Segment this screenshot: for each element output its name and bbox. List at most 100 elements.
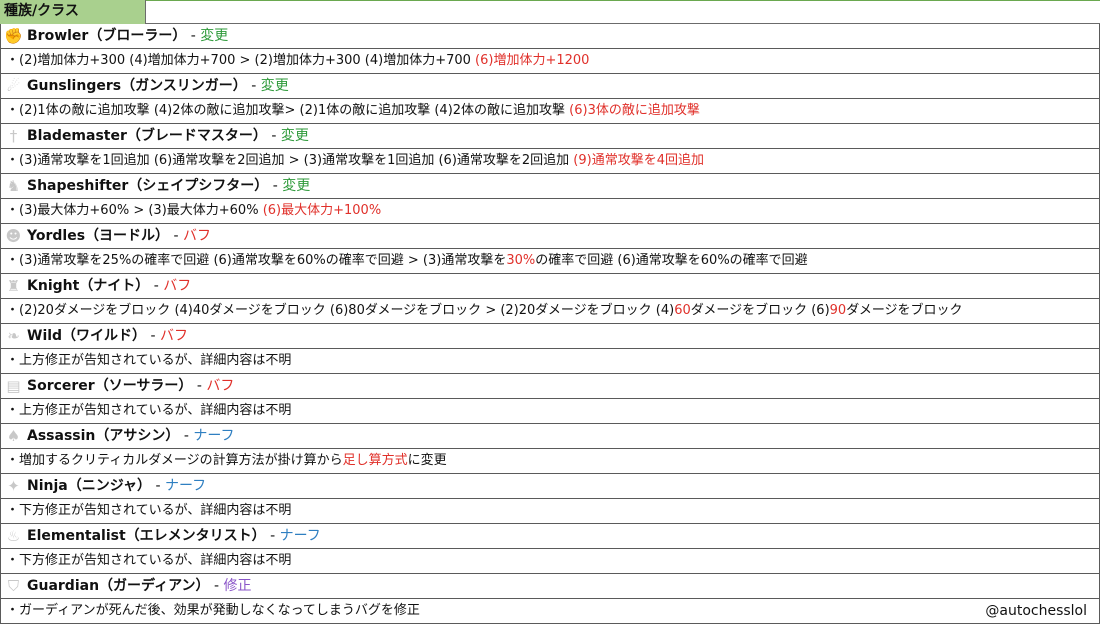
class-name: Gunslingers（ガンスリンガー） — [27, 78, 247, 94]
class-name-row[interactable]: † Blademaster（ブレードマスター） - 変更 — [0, 124, 1100, 149]
detail-text: ・(2)増加体力+300 (4)増加体力+700 > (2)増加体力+300 (… — [6, 53, 476, 68]
class-name: Knight（ナイト） — [27, 278, 150, 294]
change-tag: 変更 — [200, 28, 229, 44]
author-credit: @autochesslol — [985, 603, 1087, 619]
detail-text: ・(3)最大体力+60% > (3)最大体力+60% — [6, 203, 263, 218]
separator: - — [265, 528, 280, 544]
paw-icon: ❧ — [7, 327, 20, 345]
change-detail-row[interactable]: ・(3)通常攻撃を1回追加 (6)通常攻撃を2回追加 > (3)通常攻撃を1回追… — [0, 149, 1100, 174]
class-name-row[interactable]: ♨ Elementalist（エレメンタリスト） - ナーフ — [0, 524, 1100, 549]
detail-text: ・(3)通常攻撃を1回追加 (6)通常攻撃を2回追加 > (3)通常攻撃を1回追… — [6, 153, 574, 168]
detail-text: ・下方修正が告知されているが、詳細内容は不明 — [6, 553, 292, 568]
book-icon: ▤ — [6, 377, 21, 395]
shuriken-icon: ✦ — [7, 477, 20, 495]
detail-text: ダメージをブロック (6) — [690, 303, 830, 318]
change-detail-row[interactable]: ・増加するクリティカルダメージの計算方法が掛け算から足し算方式に変更 — [0, 449, 1100, 474]
helmet-icon: ♜ — [6, 277, 21, 295]
change-detail-row[interactable]: ・(2)増加体力+300 (4)増加体力+700 > (2)増加体力+300 (… — [0, 49, 1100, 74]
detail-text: ・(2)20ダメージをブロック (4)40ダメージをブロック (6)80ダメージ… — [6, 303, 675, 318]
class-name-row[interactable]: ✊ Browler（ブローラー） - 変更 — [0, 24, 1100, 49]
detail-text: に変更 — [407, 453, 447, 468]
sword-icon: † — [9, 127, 18, 145]
detail-text: ・上方修正が告知されているが、詳細内容は不明 — [6, 403, 292, 418]
highlighted-change-text: 30% — [506, 253, 536, 268]
class-name-row[interactable]: ☄ Gunslingers（ガンスリンガー） - 変更 — [0, 74, 1100, 99]
highlighted-change-text: (6)3体の敵に追加攻撃 — [569, 103, 700, 118]
header-top-border — [146, 0, 1100, 1]
change-tag: ナーフ — [279, 528, 321, 544]
class-name-row[interactable]: ⛉ Guardian（ガーディアン） - 修正 — [0, 574, 1100, 599]
class-name: Yordles（ヨードル） — [27, 228, 170, 244]
change-detail-row[interactable]: ・(2)20ダメージをブロック (4)40ダメージをブロック (6)80ダメージ… — [0, 299, 1100, 324]
change-tag: 変更 — [260, 78, 289, 94]
separator: - — [179, 428, 194, 444]
sheet-header: 種族/クラス — [0, 0, 1100, 24]
separator: - — [266, 128, 281, 144]
shield-icon: ⛉ — [7, 577, 20, 595]
yordle-icon: ☻ — [5, 227, 22, 245]
detail-text: ・(3)通常攻撃を25%の確率で回避 (6)通常攻撃を60%の確率で回避 > (… — [6, 253, 507, 268]
separator: - — [146, 328, 161, 344]
change-detail-row[interactable]: ・(3)最大体力+60% > (3)最大体力+60% (6)最大体力+100% — [0, 199, 1100, 224]
class-name: Assassin（アサシン） — [27, 428, 180, 444]
change-tag: ナーフ — [164, 478, 207, 494]
highlighted-change-text: 90 — [829, 303, 847, 318]
detail-text: ダメージをブロック — [846, 303, 963, 318]
fist-icon: ✊ — [4, 27, 23, 45]
change-tag: バフ — [160, 328, 189, 344]
class-name-row[interactable]: ✦ Ninja（ニンジャ） - ナーフ — [0, 474, 1100, 499]
highlighted-change-text: 足し算方式 — [342, 453, 408, 468]
class-name-row[interactable]: ♠ Assassin（アサシン） - ナーフ — [0, 424, 1100, 449]
change-tag: 修正 — [223, 578, 252, 594]
change-detail-row[interactable]: ・(2)1体の敵に追加攻撃 (4)2体の敵に追加攻撃> (2)1体の敵に追加攻撃… — [0, 99, 1100, 124]
gun-icon: ☄ — [6, 77, 21, 95]
highlighted-change-text: (9)通常攻撃を4回追加 — [573, 153, 704, 168]
class-name: Wild（ワイルド） — [27, 328, 147, 344]
class-name-row[interactable]: ♜ Knight（ナイト） - バフ — [0, 274, 1100, 299]
class-change-list: ✊ Browler（ブローラー） - 変更・(2)増加体力+300 (4)増加体力… — [0, 24, 1100, 624]
column-header-race-class[interactable]: 種族/クラス — [0, 0, 146, 24]
separator: - — [186, 28, 201, 44]
class-name-row[interactable]: ❧ Wild（ワイルド） - バフ — [0, 324, 1100, 349]
change-tag: バフ — [163, 278, 192, 294]
class-name: Elementalist（エレメンタリスト） — [27, 528, 266, 544]
detail-text: ・増加するクリティカルダメージの計算方法が掛け算から — [6, 453, 343, 468]
change-detail-row[interactable]: ・上方修正が告知されているが、詳細内容は不明 — [0, 399, 1100, 424]
class-name-row[interactable]: ☻ Yordles（ヨードル） - バフ — [0, 224, 1100, 249]
change-tag: 変更 — [280, 128, 309, 144]
class-name-row[interactable]: ▤ Sorcerer（ソーサラー） - バフ — [0, 374, 1100, 399]
highlighted-change-text: (6)増加体力+1200 — [475, 53, 590, 68]
class-name: Shapeshifter（シェイプシフター） — [27, 178, 269, 194]
hood-icon: ♠ — [6, 427, 21, 445]
detail-text: ・(2)1体の敵に追加攻撃 (4)2体の敵に追加攻撃> (2)1体の敵に追加攻撃… — [6, 103, 570, 118]
change-detail-row[interactable]: ・上方修正が告知されているが、詳細内容は不明 — [0, 349, 1100, 374]
highlighted-change-text: 60 — [674, 303, 691, 318]
class-name-row[interactable]: ♞ Shapeshifter（シェイプシフター） - 変更 — [0, 174, 1100, 199]
class-name: Sorcerer（ソーサラー） — [27, 378, 193, 394]
change-detail-row[interactable]: ・下方修正が告知されているが、詳細内容は不明 — [0, 549, 1100, 574]
change-tag: 変更 — [282, 178, 311, 194]
detail-text: の確率で回避 (6)通常攻撃を60%の確率で回避 — [535, 253, 808, 268]
change-detail-row[interactable]: ・下方修正が告知されているが、詳細内容は不明 — [0, 499, 1100, 524]
highlighted-change-text: (6)最大体力+100% — [262, 203, 382, 218]
detail-text: ・下方修正が告知されているが、詳細内容は不明 — [6, 503, 292, 518]
change-detail-row[interactable]: ・(3)通常攻撃を25%の確率で回避 (6)通常攻撃を60%の確率で回避 > (… — [0, 249, 1100, 274]
separator: - — [246, 78, 261, 94]
change-tag: ナーフ — [193, 428, 235, 444]
change-tag: バフ — [206, 378, 235, 394]
separator: - — [209, 578, 224, 594]
detail-text: ・上方修正が告知されているが、詳細内容は不明 — [6, 353, 292, 368]
class-name: Browler（ブローラー） — [27, 28, 187, 44]
change-detail-row[interactable]: ・ガーディアンが死んだ後、効果が発動しなくなってしまうバグを修正 @autoche… — [0, 599, 1100, 624]
change-tag: バフ — [182, 228, 211, 244]
separator: - — [268, 178, 283, 194]
separator: - — [149, 278, 164, 294]
figure-icon: ♞ — [6, 177, 21, 195]
separator: - — [151, 478, 165, 494]
detail-text: ・ガーディアンが死んだ後、効果が発動しなくなってしまうバグを修正 — [6, 603, 420, 618]
class-name: Ninja（ニンジャ） — [27, 478, 152, 494]
class-name: Blademaster（ブレードマスター） — [27, 128, 267, 144]
flame-icon: ♨ — [6, 527, 21, 545]
separator: - — [169, 228, 183, 244]
class-name: Guardian（ガーディアン） — [27, 578, 210, 594]
